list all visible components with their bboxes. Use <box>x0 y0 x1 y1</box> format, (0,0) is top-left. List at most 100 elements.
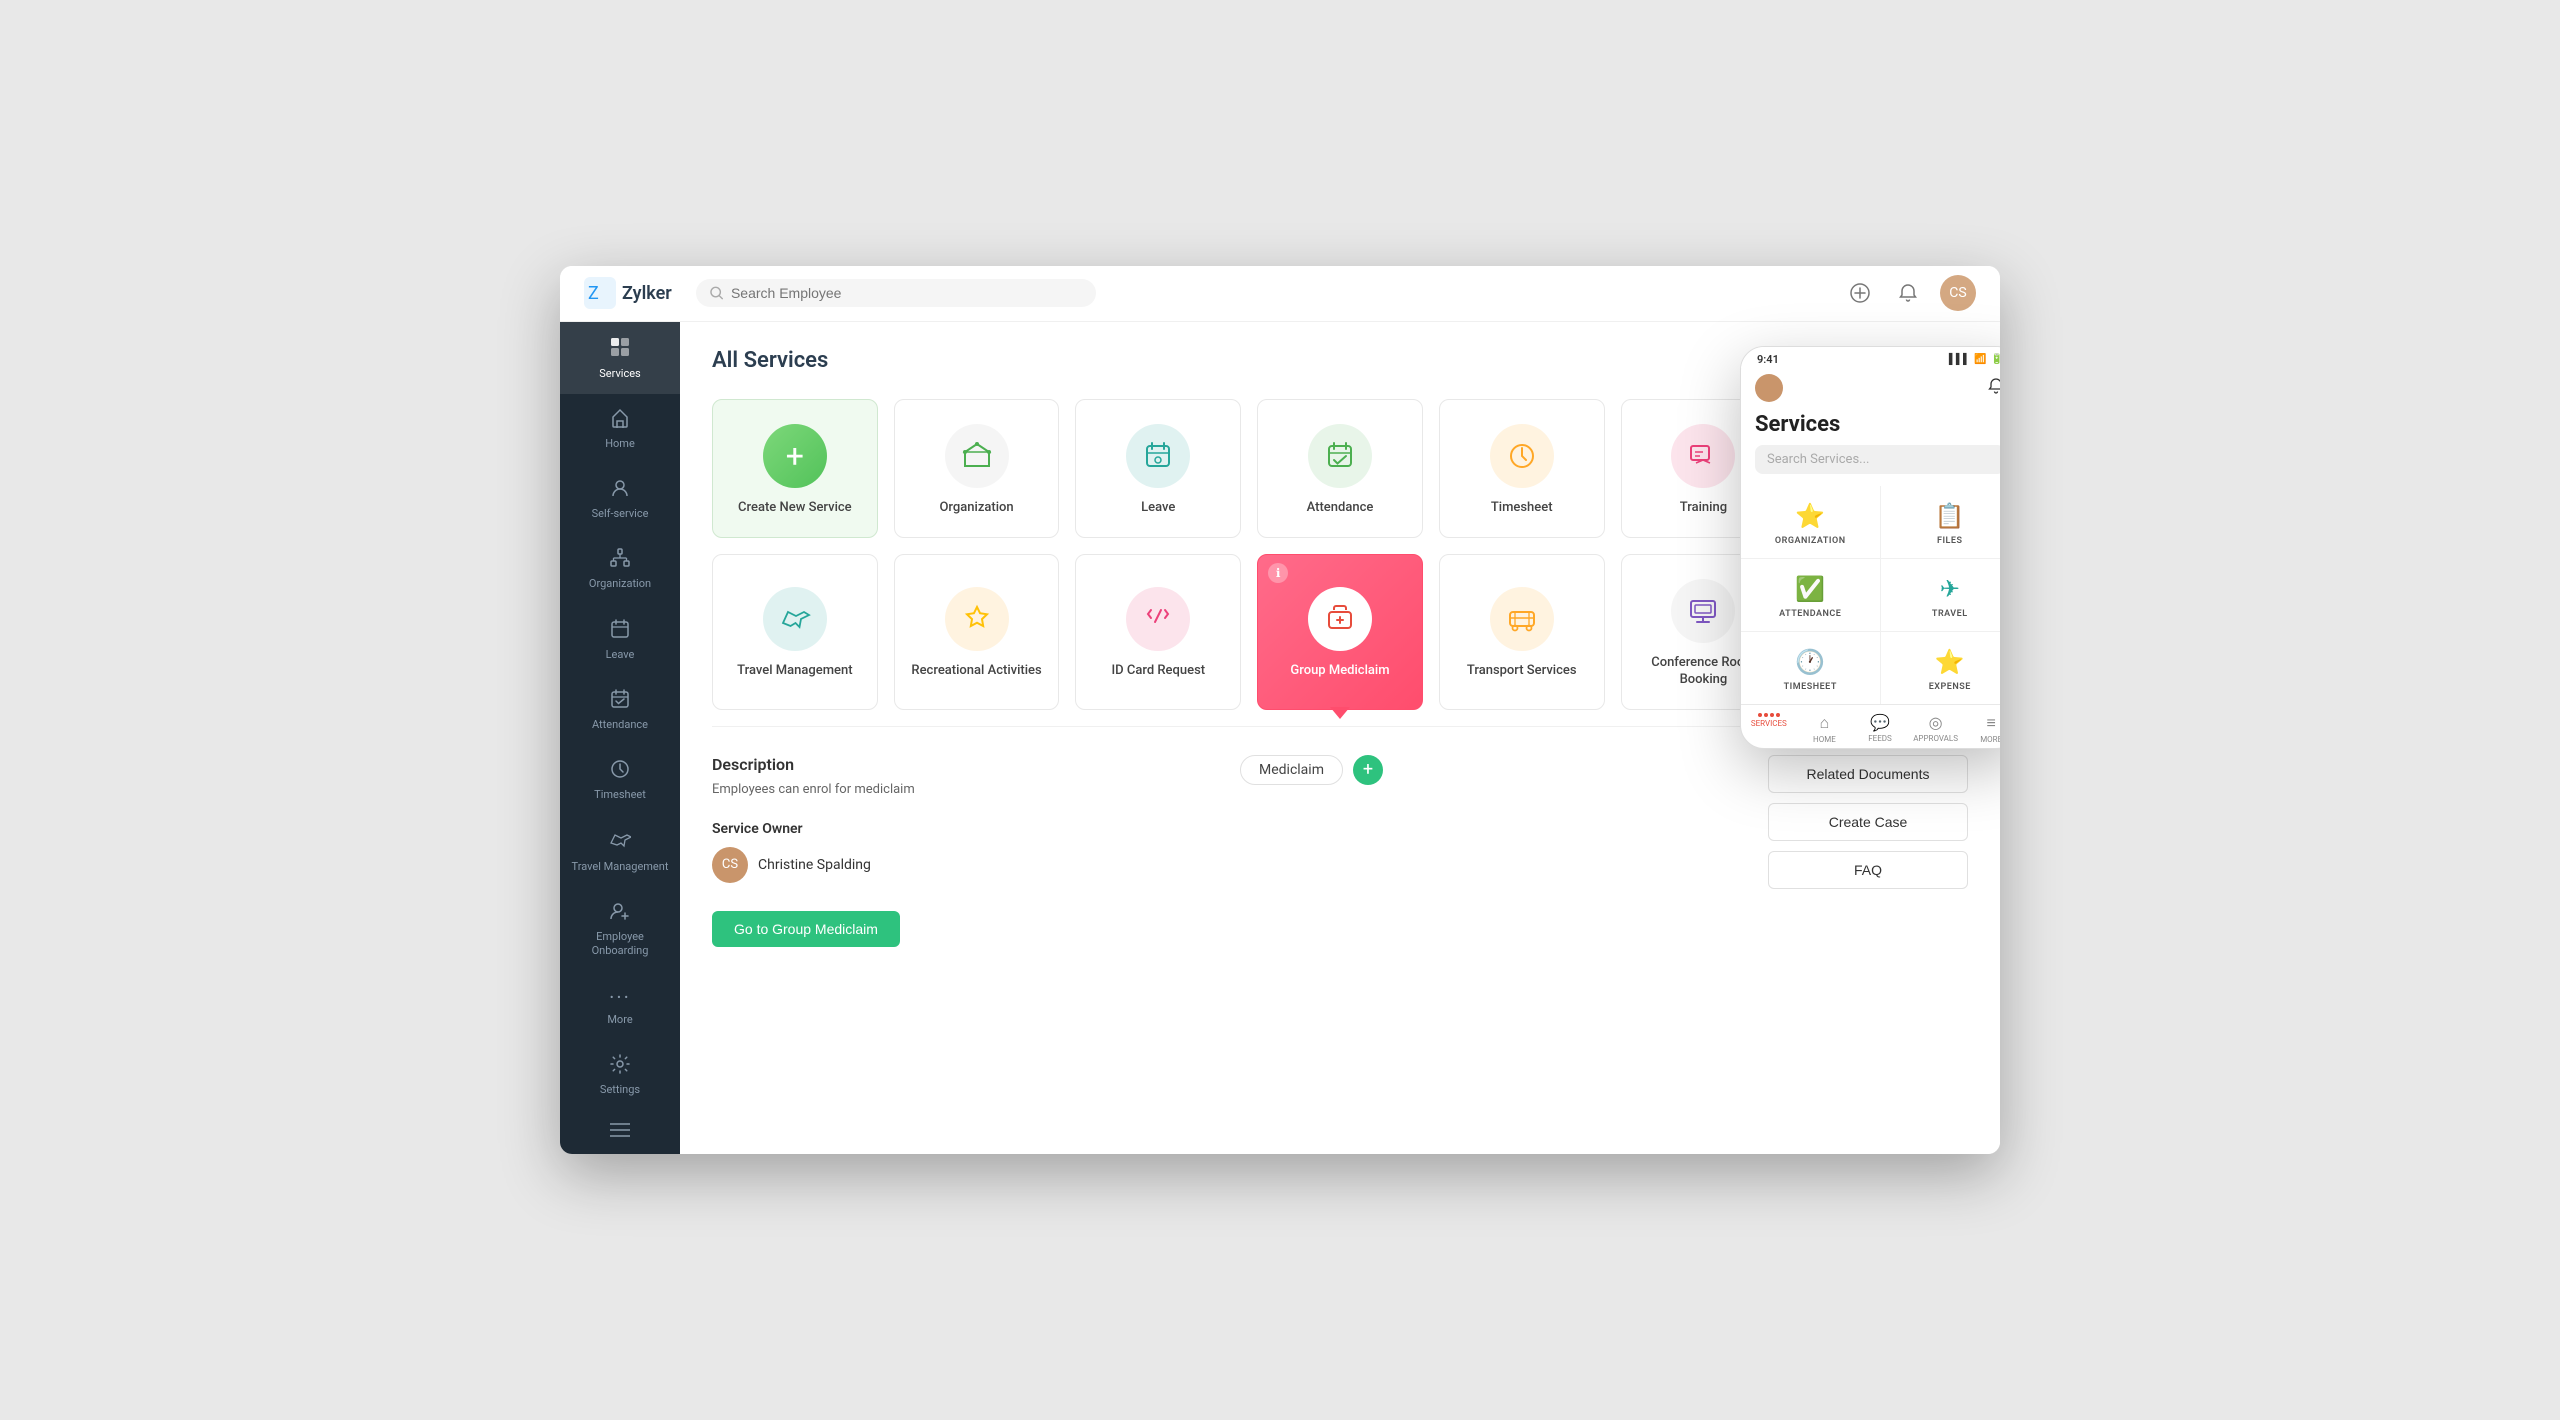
mobile-timesheet-cell[interactable]: 🕐 TIMESHEET <box>1741 632 1880 704</box>
transport-label: Transport Services <box>1467 663 1577 680</box>
group-mediclaim-card[interactable]: ℹ Group Mediclaim <box>1257 554 1423 710</box>
id-card-card[interactable]: ID Card Request <box>1075 554 1241 710</box>
svg-text:Z: Z <box>588 283 599 304</box>
sidebar-label-timesheet: Timesheet <box>594 788 646 801</box>
create-case-button[interactable]: Create Case <box>1768 803 1968 841</box>
conference-icon <box>1671 579 1735 643</box>
organization-card[interactable]: Organization <box>894 399 1060 538</box>
mobile-nav-more[interactable]: ≡ MORE <box>1963 713 2000 744</box>
mobile-travel-label: TRAVEL <box>1932 609 1968 619</box>
sidebar-item-settings[interactable]: Settings <box>560 1040 680 1104</box>
mobile-time: 9:41 <box>1757 353 1779 366</box>
faq-button[interactable]: FAQ <box>1768 851 1968 889</box>
mobile-mockup: 9:41 ▌▌▌ 📶 🔋 Services Search Services... <box>1740 346 2000 749</box>
sidebar-item-travel[interactable]: Travel Management <box>560 815 680 887</box>
mobile-nav-home[interactable]: ⌂ HOME <box>1797 713 1853 744</box>
mobile-timesheet-label: TIMESHEET <box>1784 682 1837 692</box>
detail-left: Description Employees can enrol for medi… <box>712 755 1200 947</box>
mobile-search-placeholder: Search Services... <box>1767 452 1869 467</box>
detail-right: Related Documents Create Case FAQ <box>1768 755 1968 947</box>
mobile-search[interactable]: Search Services... <box>1755 445 2000 474</box>
mobile-files-cell[interactable]: 📋 FILES <box>1881 486 2001 558</box>
employee-search-bar[interactable] <box>696 279 1096 307</box>
owner-row: CS Christine Spalding <box>712 847 1200 883</box>
mobile-attendance-label: ATTENDANCE <box>1779 609 1841 619</box>
mobile-bottom-nav: SERVICES ⌂ HOME 💬 FEEDS ◎ APPROVALS ≡ MO… <box>1741 704 2000 748</box>
mobile-files-icon: 📋 <box>1935 502 1965 530</box>
mediclaim-label: Group Mediclaim <box>1290 663 1389 680</box>
sidebar-label-services: Services <box>599 367 640 380</box>
sidebar-item-more[interactable]: ··· More <box>560 971 680 1040</box>
mobile-nav-feeds[interactable]: 💬 FEEDS <box>1852 713 1908 744</box>
go-to-button[interactable]: Go to Group Mediclaim <box>712 911 900 947</box>
recreational-card[interactable]: Recreational Activities <box>894 554 1060 710</box>
mobile-bell-icon[interactable] <box>1987 377 2000 399</box>
create-new-service-card[interactable]: + Create New Service <box>712 399 878 538</box>
mobile-status-bar: 9:41 ▌▌▌ 📶 🔋 <box>1741 347 2000 368</box>
timesheet-label: Timesheet <box>1491 500 1553 517</box>
attendance-card[interactable]: Attendance <box>1257 399 1423 538</box>
travel-label: Travel Management <box>737 663 852 680</box>
sidebar-item-home[interactable]: Home <box>560 394 680 464</box>
mobile-org-cell[interactable]: ⭐ ORGANIZATION <box>1741 486 1880 558</box>
sidebar-label-more: More <box>607 1013 632 1026</box>
user-avatar[interactable]: CS <box>1940 275 1976 311</box>
bell-icon[interactable] <box>1892 277 1924 309</box>
description-text: Employees can enrol for mediclaim <box>712 782 1200 797</box>
travel-card[interactable]: Travel Management <box>712 554 878 710</box>
sidebar-item-attendance[interactable]: Attendance <box>560 675 680 745</box>
mobile-nav-approvals[interactable]: ◎ APPROVALS <box>1908 713 1964 744</box>
mobile-travel-cell[interactable]: ✈ TRAVEL <box>1881 559 2001 631</box>
mobile-expense-cell[interactable]: ⭐ EXPENSE <box>1881 632 2001 704</box>
sidebar-item-employee-onboarding[interactable]: Employee Onboarding <box>560 887 680 970</box>
sidebar-item-timesheet[interactable]: Timesheet <box>560 745 680 815</box>
sidebar-item-leave[interactable]: Leave <box>560 605 680 675</box>
card-tooltip <box>1330 707 1350 719</box>
organization-icon <box>945 424 1009 488</box>
mobile-nav-feeds-label: FEEDS <box>1868 734 1892 743</box>
add-mediclaim-btn[interactable]: + <box>1353 755 1383 785</box>
mobile-expense-icon: ⭐ <box>1935 648 1965 676</box>
employee-search-input[interactable] <box>731 285 1082 301</box>
recreational-label: Recreational Activities <box>911 663 1041 680</box>
travel-icon <box>763 587 827 651</box>
attendance-icon <box>1308 424 1372 488</box>
sidebar-item-organization[interactable]: Organization <box>560 534 680 604</box>
transport-card[interactable]: Transport Services <box>1439 554 1605 710</box>
id-card-label: ID Card Request <box>1111 663 1205 680</box>
mobile-nav-home-label: HOME <box>1813 735 1836 744</box>
mobile-org-label: ORGANIZATION <box>1775 536 1846 546</box>
mobile-avatar <box>1755 374 1783 402</box>
leave-card[interactable]: Leave <box>1075 399 1241 538</box>
recreational-icon <box>945 587 1009 651</box>
transport-icon <box>1490 587 1554 651</box>
logo[interactable]: Z Zylker <box>584 277 672 309</box>
organization-label: Organization <box>939 500 1013 517</box>
create-icon: + <box>763 424 827 488</box>
mobile-nav-approvals-label: APPROVALS <box>1913 734 1958 743</box>
sidebar-item-self-service[interactable]: Self-service <box>560 464 680 534</box>
timesheet-card[interactable]: Timesheet <box>1439 399 1605 538</box>
mobile-org-icon: ⭐ <box>1795 502 1825 530</box>
leave-label: Leave <box>1141 500 1175 517</box>
sidebar-item-services[interactable]: Services <box>560 322 680 394</box>
add-icon-btn[interactable] <box>1844 277 1876 309</box>
mobile-files-label: FILES <box>1937 536 1962 546</box>
mobile-nav-services[interactable]: SERVICES <box>1741 713 1797 744</box>
logo-text: Zylker <box>622 283 672 304</box>
create-service-label: Create New Service <box>738 500 852 517</box>
mobile-services-grid: ⭐ ORGANIZATION 📋 FILES ✅ ATTENDANCE ✈ TR… <box>1741 486 2000 704</box>
sidebar-label-attendance: Attendance <box>592 718 648 731</box>
detail-section: Description Employees can enrol for medi… <box>712 726 1968 947</box>
owner-title: Service Owner <box>712 821 1200 837</box>
mobile-title: Services <box>1741 412 2000 445</box>
mobile-attendance-cell[interactable]: ✅ ATTENDANCE <box>1741 559 1880 631</box>
related-docs-button[interactable]: Related Documents <box>1768 755 1968 793</box>
owner-avatar: CS <box>712 847 748 883</box>
mobile-status-icons: ▌▌▌ 📶 🔋 <box>1949 354 2000 365</box>
mobile-nav-more-label: MORE <box>1980 735 2000 744</box>
description-title: Description <box>712 755 1200 774</box>
sidebar-label-settings: Settings <box>600 1083 640 1096</box>
owner-name: Christine Spalding <box>758 857 871 873</box>
sidebar-hamburger[interactable] <box>560 1104 680 1154</box>
